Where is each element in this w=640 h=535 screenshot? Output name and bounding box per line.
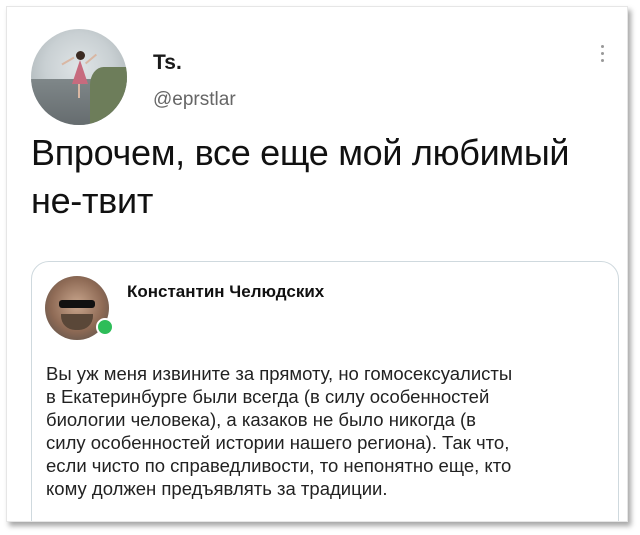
tweet-text: Впрочем, все еще мой любимый не-твит — [31, 132, 570, 221]
more-options-icon[interactable] — [597, 45, 607, 75]
quoted-tweet[interactable]: Константин Челюдских Вы уж меня извините… — [31, 261, 619, 521]
author-display-name[interactable]: Ts. — [153, 51, 182, 75]
quoted-tweet-text: Вы уж меня извините за прямоту, но гомос… — [46, 363, 513, 499]
author-avatar[interactable] — [31, 29, 127, 125]
author-handle[interactable]: @eprstlar — [153, 89, 236, 111]
online-status-indicator — [96, 318, 114, 336]
quoted-author-name[interactable]: Константин Челюдских — [127, 282, 324, 302]
tweet-card: Ts. @eprstlar Впрочем, все еще мой любим… — [6, 6, 628, 522]
